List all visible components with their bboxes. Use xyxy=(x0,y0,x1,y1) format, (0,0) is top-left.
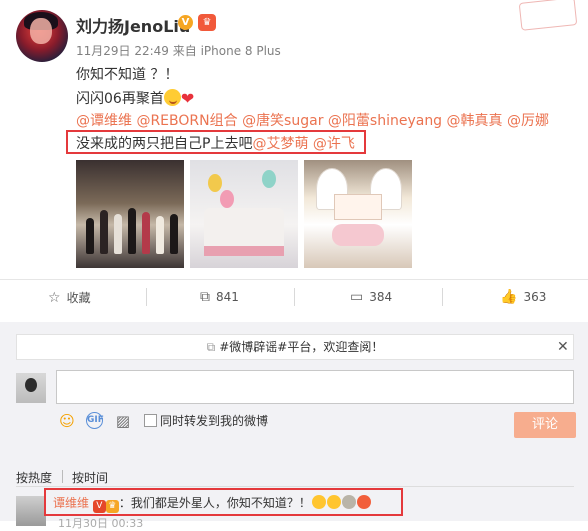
divider xyxy=(146,288,147,306)
post-text-line-2: 闪闪06再聚首 ❤ xyxy=(76,88,194,108)
watermark-stamp-icon xyxy=(518,0,578,31)
notice-text: #微博辟谣#平台，欢迎查阅！ xyxy=(219,340,384,354)
post-text-line-4-text: 没来成的两只把自己P上去吧 xyxy=(76,136,253,152)
fan-badge-icon[interactable]: ♛ xyxy=(198,14,216,31)
sort-by-hot-tab[interactable]: 按热度 xyxy=(16,469,52,486)
post-text-line-2-text: 闪闪06再聚首 xyxy=(76,91,164,107)
divider xyxy=(62,470,63,483)
verified-icon: V xyxy=(92,500,106,513)
post-meta: 11月29日 22:49 来自 iPhone 8 Plus xyxy=(76,44,281,58)
star-icon: ☆ xyxy=(48,290,61,306)
favorite-label: 收藏 xyxy=(66,291,91,305)
angry-emoji-icon xyxy=(356,495,371,509)
repost-count: 841 xyxy=(216,290,239,304)
gif-icon[interactable]: GIF xyxy=(86,412,104,429)
emoji-icon[interactable]: ☺ xyxy=(58,412,76,430)
laugh-emoji-icon xyxy=(311,495,326,509)
repost-checkbox[interactable] xyxy=(144,414,157,427)
commenter-avatar[interactable] xyxy=(16,496,46,526)
mention-link[interactable]: @韩真真 xyxy=(447,113,503,129)
comment-meta: 11月30日 00:33 xyxy=(58,517,144,530)
image-icon[interactable]: ▨ xyxy=(114,412,132,430)
mention-link[interactable]: @厉娜 xyxy=(507,113,549,129)
comment-item: 谭维维 V ♛ ：我们都是外星人，你知不知道？！ xyxy=(53,494,371,513)
alien-emoji-icon xyxy=(341,495,356,509)
thumbs-up-icon: 👍 xyxy=(500,289,518,305)
notice-banner[interactable]: ⧉ #微博辟谣#平台，欢迎查阅！ xyxy=(16,334,574,360)
grin-emoji-icon xyxy=(163,89,181,106)
mention-link[interactable]: @阳蕾shineyang xyxy=(328,113,442,129)
mention-link[interactable]: @许飞 xyxy=(313,136,355,152)
divider xyxy=(16,486,574,487)
close-icon[interactable]: ✕ xyxy=(557,339,569,355)
verified-icon: V xyxy=(178,15,193,30)
divider xyxy=(294,288,295,306)
repost-button[interactable]: ⧉ 841 xyxy=(200,289,239,305)
like-button[interactable]: 👍 363 xyxy=(500,289,546,305)
post-text-line-4: 没来成的两只把自己P上去吧@艾梦萌 @许飞 xyxy=(76,133,355,153)
mention-link[interactable]: @REBORN组合 xyxy=(136,113,237,129)
repost-checkbox-label[interactable]: 同时转发到我的微博 xyxy=(160,412,268,429)
sunglasses-emoji-icon xyxy=(326,495,341,509)
divider xyxy=(0,279,588,280)
mention-link[interactable]: @唐笑sugar xyxy=(242,113,323,129)
user-avatar[interactable] xyxy=(16,10,68,62)
fan-badge-icon: ♛ xyxy=(105,500,119,513)
comment-icon: ▭ xyxy=(350,289,364,305)
swan-cake-photo[interactable] xyxy=(304,160,412,268)
heart-emoji-icon: ❤ xyxy=(180,89,195,108)
post-text-line-1: 你知不知道 ？！ xyxy=(76,67,179,83)
user-name[interactable]: 刘力扬JenoLiu xyxy=(76,13,190,37)
sort-by-time-tab[interactable]: 按时间 xyxy=(72,469,108,486)
cake-photo[interactable] xyxy=(190,160,298,268)
favorite-button[interactable]: ☆ 收藏 xyxy=(48,289,91,306)
comment-input[interactable] xyxy=(56,370,574,404)
comment-count: 384 xyxy=(369,290,393,304)
comment-text: ：我们都是外星人，你知不知道？！ xyxy=(118,496,311,510)
mention-link[interactable]: @艾梦萌 xyxy=(252,136,308,152)
submit-comment-button[interactable]: 评论 xyxy=(514,412,576,438)
hashtag-icon: ⧉ xyxy=(206,340,216,354)
group-photo[interactable] xyxy=(76,160,184,268)
like-count: 363 xyxy=(523,290,547,304)
divider xyxy=(442,288,443,306)
commenter-name[interactable]: 谭维维 xyxy=(53,496,89,510)
repost-icon: ⧉ xyxy=(200,289,210,305)
mention-link[interactable]: @谭维维 xyxy=(76,113,132,129)
my-avatar[interactable] xyxy=(16,373,46,403)
mention-line: @谭维维 @REBORN组合 @唐笑sugar @阳蕾shineyang @韩真… xyxy=(76,110,549,130)
comment-button[interactable]: ▭ 384 xyxy=(350,289,392,305)
